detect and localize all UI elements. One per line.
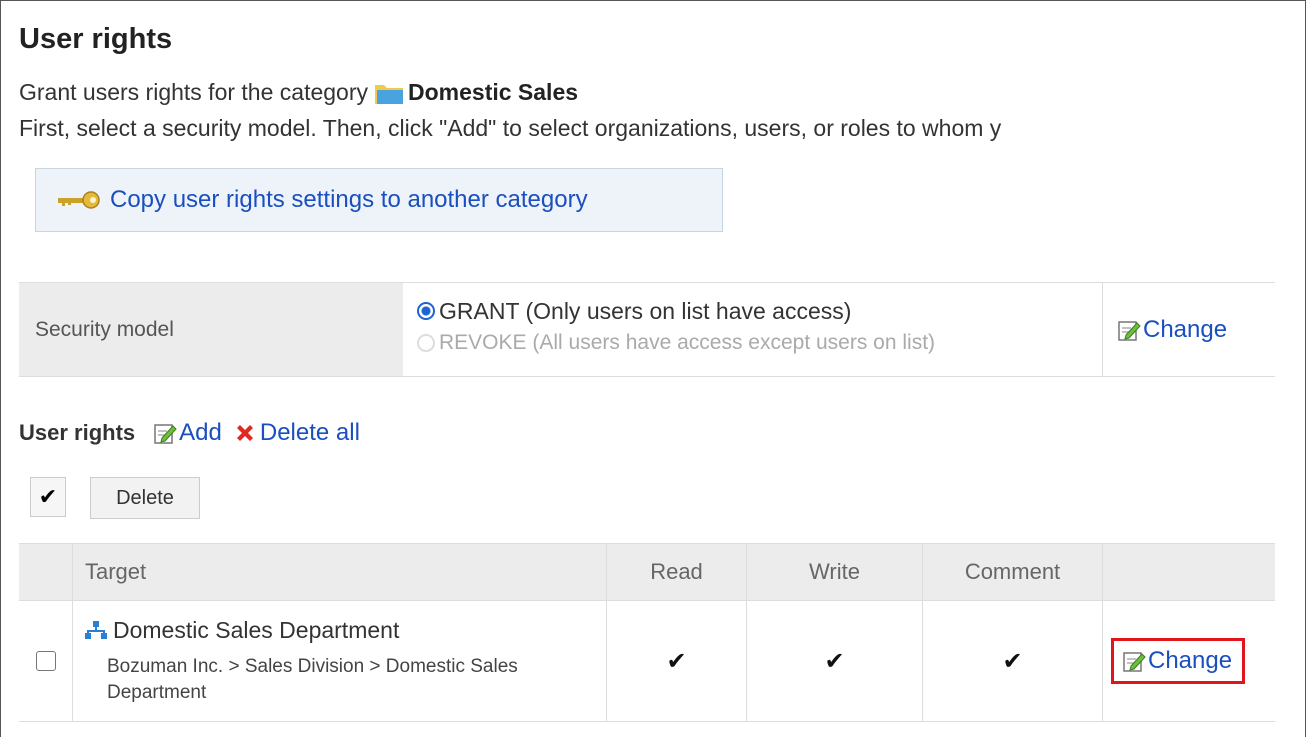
header-comment: Comment: [923, 544, 1103, 600]
table-row: Domestic Sales Department Bozuman Inc. >…: [19, 600, 1275, 722]
target-name: Domestic Sales Department: [85, 617, 399, 644]
user-rights-heading: User rights: [19, 420, 136, 445]
delete-all-label: Delete all: [259, 419, 360, 446]
add-label: Add: [179, 419, 222, 446]
radio-revoke[interactable]: [417, 334, 435, 352]
write-check-icon: ✔: [824, 647, 845, 675]
header-read: Read: [607, 544, 747, 600]
delete-button[interactable]: Delete: [90, 477, 200, 519]
radio-grant-option[interactable]: GRANT (Only users on list have access): [417, 295, 1102, 327]
read-cell: ✔: [607, 601, 747, 721]
row-target-cell: Domestic Sales Department Bozuman Inc. >…: [73, 601, 607, 721]
row-change-label: Change: [1148, 647, 1233, 674]
security-model-label: Security model: [19, 283, 403, 376]
key-icon: [58, 191, 102, 209]
grant-description: Grant users rights for the category Dome…: [19, 79, 578, 106]
security-model-options: GRANT (Only users on list have access) R…: [403, 283, 1103, 376]
security-change-link[interactable]: Change: [1117, 316, 1227, 344]
add-link[interactable]: Add: [153, 419, 222, 447]
comment-cell: ✔: [923, 601, 1103, 721]
row-checkbox-cell: [19, 601, 73, 721]
grant-prefix: Grant users rights for the category: [19, 79, 368, 105]
row-checkbox[interactable]: [35, 651, 56, 671]
radio-grant[interactable]: [417, 302, 435, 320]
write-cell: ✔: [747, 601, 923, 721]
select-all-toggle[interactable]: ✔: [30, 477, 66, 517]
delete-all-link[interactable]: Delete all: [232, 419, 360, 447]
page-title: User rights: [19, 23, 173, 55]
row-change-link[interactable]: Change: [1111, 638, 1246, 684]
radio-revoke-label: REVOKE (All users have access except use…: [439, 331, 936, 354]
add-edit-icon: [153, 421, 177, 445]
header-target: Target: [73, 544, 607, 600]
radio-revoke-option[interactable]: REVOKE (All users have access except use…: [417, 327, 1102, 359]
user-rights-heading-bar: User rights Add Delete all: [19, 419, 370, 447]
radio-grant-label: GRANT (Only users on list have access): [439, 297, 852, 324]
instructions-text: First, select a security model. Then, cl…: [19, 115, 1002, 141]
comment-check-icon: ✔: [1002, 647, 1023, 675]
security-change-label: Change: [1143, 315, 1228, 343]
row-action-cell: Change: [1103, 601, 1275, 721]
target-path: Bozuman Inc. > Sales Division > Domestic…: [107, 655, 518, 703]
category-name: Domestic Sales: [408, 79, 579, 105]
copy-rights-label: Copy user rights settings to another cat…: [110, 186, 588, 213]
user-rights-table: Target Read Write Comment Domestic Sales…: [19, 543, 1275, 722]
folder-icon: [374, 81, 404, 105]
organization-icon: [85, 620, 107, 640]
security-change-cell: Change: [1103, 283, 1227, 376]
header-actions: [1103, 544, 1275, 600]
red-x-icon: [232, 420, 258, 446]
header-write: Write: [747, 544, 923, 600]
read-check-icon: ✔: [666, 647, 687, 675]
target-name-label: Domestic Sales Department: [113, 616, 400, 643]
row-edit-icon: [1122, 649, 1146, 673]
header-checkbox-col: [19, 544, 73, 600]
edit-icon: [1117, 318, 1141, 342]
security-model-table: Security model GRANT (Only users on list…: [19, 282, 1275, 377]
copy-rights-button[interactable]: Copy user rights settings to another cat…: [35, 168, 723, 232]
page-frame: User rights Grant users rights for the c…: [0, 0, 1306, 737]
table-header: Target Read Write Comment: [19, 543, 1275, 600]
